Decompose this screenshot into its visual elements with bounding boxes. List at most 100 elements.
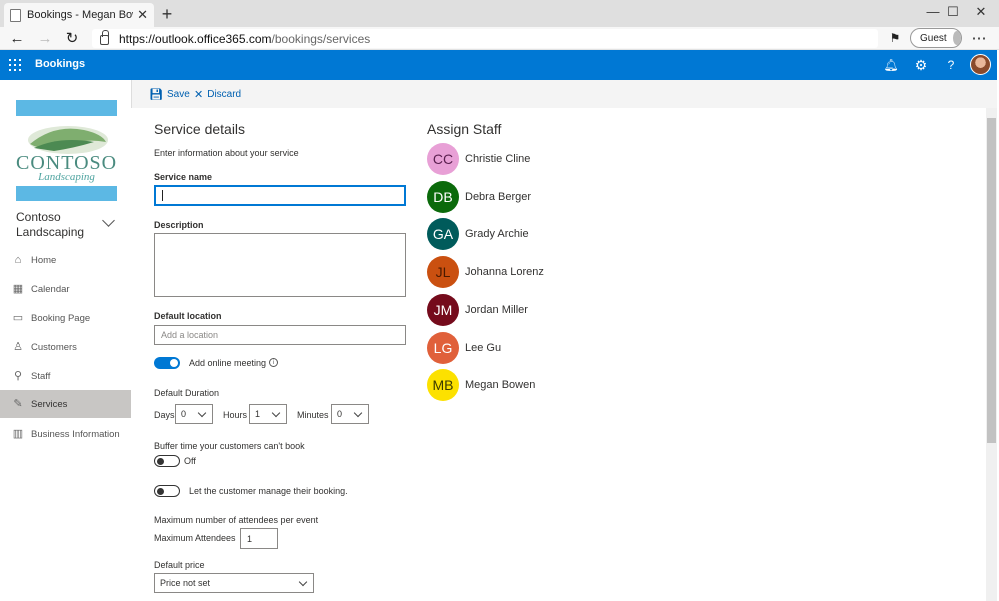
vertical-scrollbar[interactable] <box>986 108 997 601</box>
browser-tab[interactable]: Bookings - Megan Bowen - Outl ✕ <box>4 3 154 27</box>
chevron-down-icon <box>298 577 308 587</box>
minutes-label: Minutes <box>297 410 329 420</box>
location-placeholder: Add a location <box>161 330 219 340</box>
online-meeting-label: Add online meeting <box>189 358 267 368</box>
days-select[interactable]: 0 <box>175 404 213 424</box>
staff-member[interactable]: GA Grady Archie <box>427 218 627 250</box>
description-textarea[interactable] <box>154 233 406 297</box>
manage-booking-toggle[interactable] <box>154 485 180 497</box>
form-intro: Enter information about your service <box>154 148 299 158</box>
price-value: Price not set <box>160 578 211 588</box>
staff-avatar: DB <box>427 181 459 213</box>
sidebar-item-home[interactable]: ⌂ Home <box>0 246 131 274</box>
guest-avatar-icon <box>952 31 961 45</box>
hours-select[interactable]: 1 <box>249 404 287 424</box>
sidebar-item-staff[interactable]: ⚲ Staff <box>0 362 131 390</box>
hours-value: 1 <box>255 409 261 419</box>
staff-name: Jordan Miller <box>465 304 528 316</box>
scrollbar-thumb[interactable] <box>987 118 996 443</box>
more-menu-icon[interactable]: ⋯ <box>967 27 991 50</box>
save-button[interactable]: 💾︎ Save <box>149 88 190 101</box>
app-launcher-icon[interactable] <box>9 59 21 71</box>
staff-member[interactable]: MB Megan Bowen <box>427 369 627 401</box>
staff-name: Grady Archie <box>465 228 529 240</box>
home-icon: ⌂ <box>14 254 22 266</box>
sidebar-item-label: Business Information <box>31 428 120 440</box>
calendar-icon: ▦ <box>12 283 24 295</box>
discard-label: Discard <box>207 89 242 100</box>
staff-member[interactable]: JM Jordan Miller <box>427 294 627 326</box>
sidebar-item-calendar[interactable]: ▦ Calendar <box>0 275 131 303</box>
page-favicon-icon <box>10 8 21 22</box>
sidebar-item-label: Services <box>31 398 68 410</box>
sidebar-item-services[interactable]: ✎ Services <box>0 390 131 418</box>
staff-avatar: CC <box>427 143 459 175</box>
online-meeting-toggle[interactable] <box>154 357 180 369</box>
service-details-title: Service details <box>154 121 246 137</box>
max-attendees-input[interactable]: 1 <box>240 528 278 549</box>
staff-avatar: MB <box>427 369 459 401</box>
info-icon[interactable]: i <box>269 358 278 367</box>
gear-icon[interactable]: ⚙ <box>913 57 929 73</box>
max-attendees-heading: Maximum number of attendees per event <box>154 515 319 525</box>
bell-icon[interactable]: 🔔︎ <box>883 57 899 73</box>
close-window-button[interactable]: ✕ <box>961 2 999 22</box>
back-arrow-icon[interactable]: ← <box>5 27 29 50</box>
close-tab-icon[interactable]: ✕ <box>137 7 148 23</box>
hills-logo-icon <box>28 126 108 154</box>
staff-member[interactable]: LG Lee Gu <box>427 332 627 364</box>
location-input[interactable]: Add a location <box>154 325 406 345</box>
new-tab-button[interactable]: + <box>158 4 176 24</box>
chevron-down-icon <box>353 408 363 418</box>
staff-avatar: GA <box>427 218 459 250</box>
staff-name: Christie Cline <box>465 153 531 165</box>
buffer-toggle[interactable] <box>154 455 180 467</box>
manage-booking-label: Let the customer manage their booking. <box>189 486 348 496</box>
assign-staff-title: Assign Staff <box>427 121 502 137</box>
sidebar-item-booking-page[interactable]: ▭ Booking Page <box>0 304 131 332</box>
staff-member[interactable]: JL Johanna Lorenz <box>427 256 627 288</box>
hours-label: Hours <box>223 410 248 420</box>
browser-tab-title: Bookings - Megan Bowen - Outl <box>27 9 133 21</box>
app-title: Bookings <box>35 58 86 70</box>
description-label: Description <box>154 220 204 230</box>
collections-icon[interactable]: ⚑ <box>883 27 907 50</box>
url-text: https://outlook.office365.com/bookings/s… <box>119 31 371 46</box>
staff-member[interactable]: CC Christie Cline <box>427 143 627 175</box>
staff-avatar: JL <box>427 256 459 288</box>
user-avatar[interactable] <box>970 54 991 75</box>
default-location-label: Default location <box>154 311 222 321</box>
staff-name: Lee Gu <box>465 342 502 354</box>
minutes-select[interactable]: 0 <box>331 404 369 424</box>
max-attendees-label: Maximum Attendees <box>154 533 236 543</box>
sidebar-item-label: Staff <box>31 370 51 382</box>
forward-arrow-icon[interactable]: → <box>33 27 57 50</box>
business-name[interactable]: Contoso Landscaping <box>16 210 84 240</box>
browser-tab-bar: Bookings - Megan Bowen - Outl ✕ + — ☐ ✕ <box>0 0 999 27</box>
logo-sub-text: Landscaping <box>38 171 95 183</box>
staff-name: Megan Bowen <box>465 379 536 391</box>
sidebar-item-business-information[interactable]: ▥ Business Information <box>0 420 131 448</box>
sidebar-item-label: Home <box>31 254 57 266</box>
help-icon[interactable]: ? <box>943 57 959 73</box>
wrench-icon: ✎ <box>13 398 23 410</box>
discard-button[interactable]: ✕ Discard <box>194 88 241 101</box>
url-field[interactable]: https://outlook.office365.com/bookings/s… <box>92 29 878 48</box>
staff-icon: ⚲ <box>13 370 23 382</box>
service-name-label: Service name <box>154 172 213 182</box>
lock-icon <box>100 30 109 45</box>
guest-profile-button[interactable]: Guest <box>910 28 962 48</box>
days-label: Days <box>154 410 175 420</box>
staff-member[interactable]: DB Debra Berger <box>427 181 627 213</box>
sidebar-item-label: Booking Page <box>31 312 91 324</box>
refresh-icon[interactable]: ↻ <box>60 27 84 50</box>
business-logo: CONTOSO Landscaping <box>16 100 117 201</box>
staff-avatar: JM <box>427 294 459 326</box>
sidebar-item-label: Customers <box>31 341 77 353</box>
price-select[interactable]: Price not set <box>154 573 314 593</box>
chevron-down-icon <box>197 408 207 418</box>
staff-avatar: LG <box>427 332 459 364</box>
guest-label: Guest <box>920 32 947 44</box>
service-name-input[interactable] <box>154 185 406 206</box>
sidebar-item-customers[interactable]: ♙ Customers <box>0 333 131 361</box>
